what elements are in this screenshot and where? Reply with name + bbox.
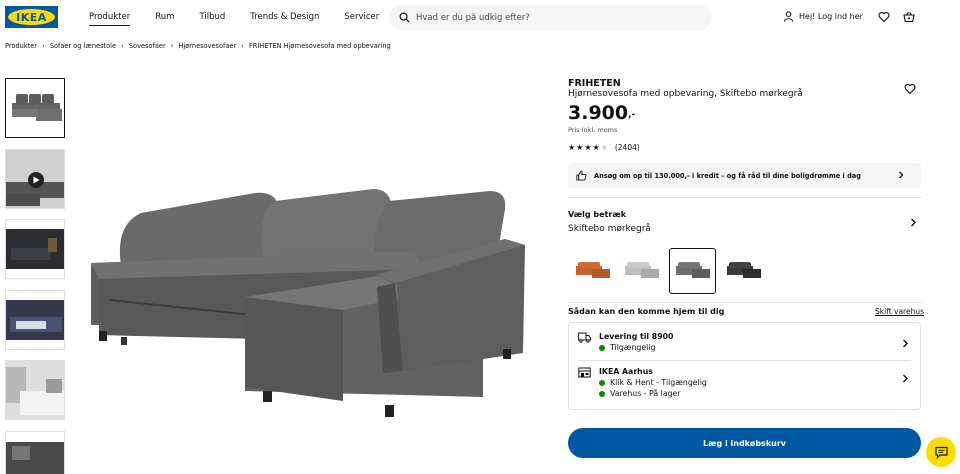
thumbnail-3[interactable] bbox=[5, 219, 65, 279]
nav-trends-design[interactable]: Trends & Design bbox=[250, 12, 319, 26]
chevron-right-icon: › bbox=[170, 42, 174, 50]
store-stock-text: Varehus - På lager bbox=[610, 389, 681, 398]
header-actions: Hej! Log ind her bbox=[783, 11, 863, 22]
nav-produkter[interactable]: Produkter bbox=[89, 12, 131, 26]
chevron-right-icon: › bbox=[42, 42, 45, 50]
review-count: (2404) bbox=[614, 143, 640, 152]
thumbnail-4[interactable] bbox=[5, 290, 65, 350]
crumb-produkter[interactable]: Produkter bbox=[5, 42, 37, 50]
thumbnail-5[interactable] bbox=[5, 360, 65, 420]
store-label: IKEA Aarhus bbox=[599, 367, 653, 376]
available-dot-icon bbox=[599, 390, 605, 397]
star-rating-icon: ★★★★★ bbox=[568, 143, 609, 152]
room-thumbnail-image bbox=[6, 300, 64, 340]
cover-swatch-2[interactable] bbox=[618, 248, 665, 294]
click-collect-status: Klik & Hent - Tilgængelig bbox=[599, 378, 707, 387]
available-dot-icon bbox=[599, 379, 605, 386]
cover-title: Vælg betræk bbox=[568, 210, 627, 219]
heart-icon[interactable] bbox=[904, 83, 916, 95]
main-nav: Produkter Rum Tilbud Trends & Design Ser… bbox=[89, 12, 404, 26]
chevron-right-icon bbox=[903, 339, 908, 348]
price-suffix: ,- bbox=[628, 110, 636, 120]
credit-text: Ansøg om op til 130.000,- i kredit – og … bbox=[594, 171, 861, 180]
delivery-options: Levering til 8900 Tilgængelig IKEA Aarhu… bbox=[568, 322, 921, 410]
room-thumbnail-image bbox=[6, 150, 64, 208]
nav-servicer[interactable]: Servicer bbox=[344, 12, 379, 26]
thumbnail-video[interactable] bbox=[5, 149, 65, 209]
nav-tilbud[interactable]: Tilbud bbox=[199, 12, 225, 26]
room-thumbnail-image bbox=[6, 361, 64, 419]
delivery-status: Tilgængelig bbox=[599, 343, 655, 352]
login-label: Hej! Log ind her bbox=[799, 12, 863, 21]
chevron-right-icon[interactable] bbox=[909, 218, 917, 227]
truck-icon bbox=[578, 332, 591, 343]
sofa-swatch-image bbox=[624, 262, 659, 278]
search-input[interactable] bbox=[416, 12, 686, 23]
cover-selected[interactable]: Skiftebo mørkegrå bbox=[568, 224, 651, 234]
delivery-label: Levering til 8900 bbox=[599, 332, 674, 341]
cart-icon[interactable] bbox=[903, 11, 915, 23]
credit-banner[interactable]: Ansøg om op til 130.000,- i kredit – og … bbox=[568, 163, 921, 188]
thumbs-up-icon bbox=[576, 170, 587, 181]
sofa-swatch-image bbox=[726, 262, 761, 278]
divider bbox=[568, 197, 921, 198]
chevron-right-icon bbox=[899, 171, 904, 179]
add-to-cart-button[interactable]: Læg i indkøbskurv bbox=[568, 428, 921, 458]
click-collect-text: Klik & Hent - Tilgængelig bbox=[610, 378, 707, 387]
divider bbox=[568, 302, 921, 303]
chevron-right-icon: › bbox=[121, 42, 124, 50]
chat-icon bbox=[934, 446, 948, 459]
logo-oval: IKEA bbox=[8, 9, 55, 25]
cover-swatch-3[interactable] bbox=[669, 248, 716, 294]
room-thumbnail-image bbox=[6, 442, 64, 474]
sofa-thumbnail-image bbox=[12, 94, 62, 121]
search-bar[interactable] bbox=[389, 5, 712, 30]
crumb-hjornesovesofaer[interactable]: Hjørnesovesofaer bbox=[178, 42, 236, 50]
store-stock-status: Varehus - På lager bbox=[599, 389, 681, 398]
ikea-logo[interactable]: IKEA bbox=[5, 6, 58, 28]
sofa-swatch-image bbox=[575, 262, 610, 278]
change-store-link[interactable]: Skift varehus bbox=[875, 307, 924, 316]
sofa-swatch-image bbox=[675, 262, 710, 278]
store-icon bbox=[578, 367, 591, 378]
crumb-sofaer[interactable]: Sofaer og lænestole bbox=[50, 42, 116, 50]
login-link[interactable]: Hej! Log ind her bbox=[783, 11, 863, 22]
crumb-current: FRIHETEN Hjørnesovesofa med opbevaring bbox=[248, 42, 391, 50]
user-icon bbox=[783, 11, 794, 22]
search-icon bbox=[399, 12, 410, 23]
sofa-image bbox=[91, 189, 525, 417]
rating[interactable]: ★★★★★ (2404) bbox=[568, 143, 640, 152]
thumbnail-6[interactable] bbox=[5, 431, 65, 474]
room-thumbnail-image bbox=[6, 229, 64, 269]
heart-icon[interactable] bbox=[878, 11, 890, 23]
product-price: 3.900,- bbox=[568, 102, 635, 124]
breadcrumb: Produkter › Sofaer og lænestole › Soveso… bbox=[5, 42, 391, 50]
cover-swatch-1[interactable] bbox=[569, 248, 616, 294]
chat-button[interactable] bbox=[926, 437, 956, 467]
thumbnail-1[interactable] bbox=[5, 78, 65, 138]
delivery-status-text: Tilgængelig bbox=[610, 343, 656, 352]
product-description: Hjørnesovesofa med opbevaring, Skiftebo … bbox=[568, 89, 803, 99]
cover-swatch-4[interactable] bbox=[720, 248, 767, 294]
chevron-right-icon: › bbox=[241, 42, 244, 50]
crumb-sovesofaer[interactable]: Sovesofaer bbox=[129, 42, 166, 50]
main-product-image bbox=[85, 165, 530, 435]
chevron-right-icon bbox=[903, 374, 908, 383]
product-name: FRIHETEN bbox=[568, 78, 621, 89]
divider bbox=[578, 360, 911, 361]
vat-note: Pris inkl. moms bbox=[568, 126, 618, 134]
logo-text: IKEA bbox=[16, 10, 47, 24]
available-dot-icon bbox=[599, 344, 605, 351]
delivery-title: Sådan kan den komme hjem til dig bbox=[568, 307, 725, 316]
price-value: 3.900 bbox=[568, 102, 629, 124]
nav-rum[interactable]: Rum bbox=[155, 12, 174, 26]
